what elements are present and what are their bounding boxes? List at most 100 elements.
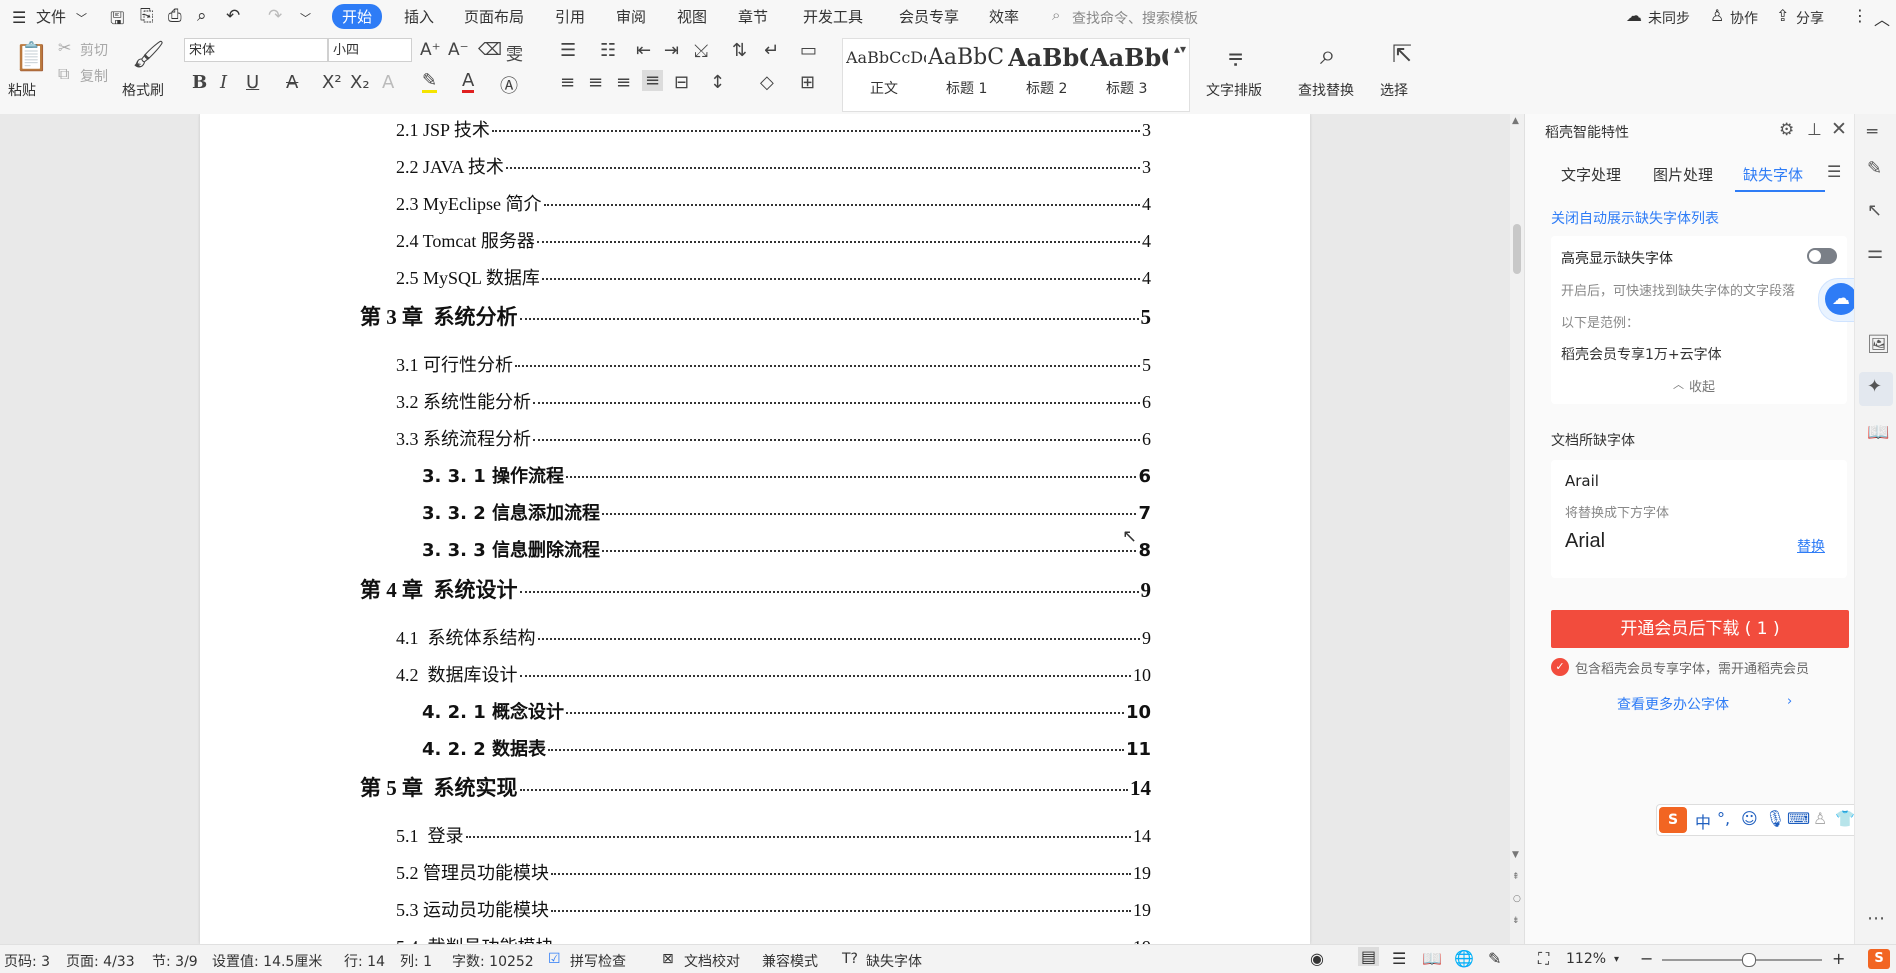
format-painter-button[interactable]: 格式刷 [122,80,164,100]
increase-indent-icon[interactable]: ⇥ [664,40,679,61]
quick-access-more-icon[interactable]: ﹀ [300,10,311,26]
zoom-in-icon[interactable]: + [1832,949,1845,968]
rail-more-icon[interactable]: ═ [1867,122,1877,142]
command-search-input[interactable]: 查找命令、搜索模板 [1072,8,1198,28]
page-view-icon[interactable]: ▤ [1358,947,1380,966]
subscript-icon[interactable]: X₂ [350,72,370,93]
close-icon[interactable]: ✕ [1831,118,1847,140]
close-auto-show-link[interactable]: 关闭自动展示缺失字体列表 [1551,208,1719,228]
style-heading2-preview[interactable]: AaBbC [1008,44,1088,72]
status-row[interactable]: 行: 14 [344,951,385,971]
font-size-select[interactable]: 小四 [328,38,412,62]
tab-references[interactable]: 引用 [555,6,585,27]
ime-chinese-icon[interactable]: 中 [1695,809,1711,833]
zoom-slider-thumb[interactable] [1742,953,1756,967]
align-left-icon[interactable]: ≡ [560,72,575,93]
tab-menu-icon[interactable]: ☰ [1827,162,1841,181]
toc-entry[interactable]: 5.4 裁判员功能模块 19 [396,933,1151,944]
zoom-out-icon[interactable]: − [1640,949,1653,968]
toc-entry[interactable]: 4.2 数据库设计 10 [396,661,1151,687]
status-word-count[interactable]: 字数: 10252 [452,951,534,971]
bold-icon[interactable]: B [192,72,207,93]
text-effect-icon[interactable]: A [382,72,394,93]
tab-member[interactable]: 会员专享 [899,6,959,27]
shading-icon[interactable]: ◇ [760,72,774,93]
save-as-icon[interactable]: ⎘ [140,6,154,26]
strikethrough-icon[interactable]: A [286,72,298,93]
vertical-scrollbar[interactable]: ▲ ▼ ⇞ ○ ⇟ [1510,114,1524,944]
ime-punct-icon[interactable]: °, [1717,809,1730,828]
tab-review[interactable]: 审阅 [616,6,646,27]
hamburger-menu-icon[interactable]: ☰ [12,8,26,27]
style-heading2-label[interactable]: 标题 2 [1026,78,1067,98]
more-fonts-link[interactable]: 查看更多办公字体 [1617,694,1729,714]
toc-entry[interactable]: 4. 2. 1 概念设计 10 [422,698,1151,724]
eye-protection-icon[interactable]: ◉ [1310,949,1324,968]
style-normal-preview[interactable]: AaBbCcDd [846,44,926,72]
reading-view-icon[interactable]: 📖 [1422,949,1442,968]
numbered-list-icon[interactable]: ☷ [600,40,616,61]
toc-entry[interactable]: 3. 3. 1 操作流程 6 [422,462,1151,488]
zoom-dropdown-icon[interactable]: ▾ [1614,954,1619,965]
clear-format-icon[interactable]: ⌫ [478,40,502,60]
status-column[interactable]: 列: 1 [400,951,432,971]
tab-efficiency[interactable]: 效率 [989,6,1019,27]
input-method-toolbar[interactable]: S 中 °, ☺ 🎙 ⌨ ♙ 👕 [1656,804,1858,836]
find-replace-button[interactable]: 查找替换 [1298,80,1354,100]
toc-entry[interactable]: 第 3 章 系统分析 5 [360,301,1151,331]
tab-missing-fonts[interactable]: 缺失字体 [1743,164,1803,185]
print-preview-icon[interactable]: ⌕ [197,6,207,26]
toc-entry[interactable]: 5.2 管理员功能模块 19 [396,859,1151,885]
align-right-icon[interactable]: ≡ [616,72,631,93]
italic-icon[interactable]: I [220,72,227,93]
prev-page-icon[interactable]: ⇞ [1512,872,1520,882]
settings-icon[interactable]: ⚙ [1779,120,1794,140]
document-page[interactable]: 2.1 JSP 技术 3 2.2 JAVA 技术 3 2.3 MyEclipse 简介 4… [200,114,1310,944]
collapse-button[interactable]: 收起 [1689,376,1715,395]
collapse-ribbon-icon[interactable]: ︿ [1874,6,1890,30]
browse-object-icon[interactable]: ○ [1513,894,1521,904]
outline-view-icon[interactable]: ☰ [1392,949,1406,968]
collab-button[interactable]: 协作 [1730,8,1758,28]
tab-view[interactable]: 视图 [677,6,707,27]
fit-page-icon[interactable]: ⛶ [1538,949,1549,969]
pin-icon[interactable]: ⊥ [1807,120,1822,140]
microphone-icon[interactable]: 🎙 [1765,809,1785,828]
tab-insert[interactable]: 插入 [404,6,434,27]
font-color-icon[interactable]: A [462,72,475,93]
grow-font-icon[interactable]: A⁺ [420,40,441,60]
next-page-icon[interactable]: ⇟ [1512,916,1520,926]
toc-entry[interactable]: 3.3 系统流程分析 6 [396,425,1151,451]
keyboard-icon[interactable]: ⌨ [1787,809,1810,828]
toc-entry[interactable]: 第 4 章 系统设计 9 [360,574,1151,604]
toc-entry[interactable]: 4.1 系统体系结构 9 [396,624,1151,650]
save-icon[interactable]: 🖫 [110,6,124,35]
file-menu[interactable]: 文件 [36,6,66,27]
status-setting[interactable]: 设置值: 14.5厘米 [212,951,322,971]
highlight-icon[interactable]: ✎ [422,72,438,93]
redo-icon[interactable]: ↷ [268,6,282,26]
share-button[interactable]: 分享 [1796,8,1824,28]
web-view-icon[interactable]: 🌐 [1454,949,1474,968]
tab-image-processing[interactable]: 图片处理 [1653,164,1713,185]
write-view-icon[interactable]: ✎ [1488,949,1501,968]
shrink-font-icon[interactable]: A⁻ [448,40,469,60]
rail-edit-icon[interactable]: ✎ [1867,158,1882,179]
gallery-scroll-icon[interactable]: ▴▾ [1174,42,1186,56]
distributed-align-icon[interactable]: ⊟ [674,72,689,93]
toc-entry[interactable]: 3. 3. 3 信息删除流程 8 [422,536,1151,562]
rail-book-icon[interactable]: 📖 [1867,422,1889,443]
tab-home[interactable]: 开始 [332,4,383,29]
toc-entry[interactable]: 3.2 系统性能分析 6 [396,388,1151,414]
toc-entry[interactable]: 5.3 运动员功能模块 19 [396,896,1151,922]
chevron-down-icon[interactable]: ﹀ [76,10,87,26]
bullet-list-icon[interactable]: ☰ [560,40,576,61]
rail-image-icon[interactable]: 🖼 [1867,334,1890,355]
missing-font-status-button[interactable]: 缺失字体 [866,951,922,971]
paste-button[interactable]: 粘贴 [8,80,36,100]
emoji-icon[interactable]: ☺ [1741,809,1758,828]
toc-entry[interactable]: 第 5 章 系统实现 14 [360,772,1151,802]
more-icon[interactable]: ⋮ [1852,6,1868,25]
status-page-number[interactable]: 页码: 3 [4,951,50,971]
justify-icon[interactable]: ≡ [642,70,664,91]
